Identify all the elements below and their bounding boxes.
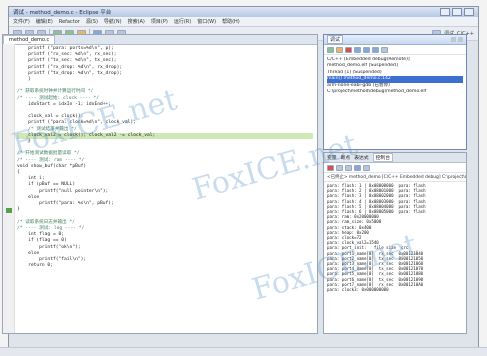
code-editor[interactable]: method_demo.c printf ("para: ports=%d\n"… bbox=[2, 34, 318, 334]
pin-console-icon[interactable] bbox=[363, 164, 370, 171]
terminate-icon[interactable] bbox=[327, 164, 334, 171]
editor-tab-bar: method_demo.c bbox=[3, 35, 317, 45]
menu-edit[interactable]: 编辑(E) bbox=[36, 18, 53, 25]
menu-navigate[interactable]: 导航(N) bbox=[104, 18, 122, 25]
tab-expressions[interactable]: 表达式 bbox=[354, 154, 368, 161]
tab-console[interactable]: 控制台 bbox=[372, 153, 394, 162]
menu-window[interactable]: 窗口(W) bbox=[197, 18, 216, 25]
debug-view-title-bar: 调试 bbox=[324, 35, 466, 45]
step-return-icon[interactable] bbox=[372, 46, 379, 53]
window-title: 调试 - method_demo.c - Eclipse 平台 bbox=[13, 10, 112, 16]
step-over-icon[interactable] bbox=[363, 46, 370, 53]
menu-search[interactable]: 搜索(A) bbox=[128, 18, 145, 25]
menu-run[interactable]: 运行(R) bbox=[174, 18, 191, 25]
terminate-icon[interactable] bbox=[345, 46, 352, 53]
tab-breakpoints[interactable]: 断点 bbox=[341, 154, 351, 161]
close-button[interactable] bbox=[464, 8, 474, 16]
editor-gutter bbox=[3, 44, 15, 333]
view-controls bbox=[451, 37, 463, 42]
debug-tree-item[interactable]: C:\project\method\debug\method_demo.elf bbox=[327, 89, 463, 95]
minimize-view-icon[interactable] bbox=[451, 37, 456, 42]
clear-console-icon[interactable] bbox=[345, 164, 352, 171]
scroll-lock-icon[interactable] bbox=[354, 164, 361, 171]
breakpoint-marker-icon[interactable] bbox=[6, 208, 12, 213]
title-bar: 调试 - method_demo.c - Eclipse 平台 bbox=[9, 7, 478, 17]
editor-tab-label: method_demo.c bbox=[9, 37, 50, 43]
console-tab-bar: 变量 断点 表达式 控制台 bbox=[324, 153, 466, 163]
debug-toolbar bbox=[324, 45, 466, 55]
minimize-button[interactable] bbox=[440, 8, 450, 16]
step-into-icon[interactable] bbox=[354, 46, 361, 53]
console-view: 变量 断点 表达式 控制台 <已终止> method_demo [C/C++ E… bbox=[323, 152, 467, 334]
window-controls bbox=[440, 8, 474, 16]
maximize-view-icon[interactable] bbox=[458, 37, 463, 42]
remove-launch-icon[interactable] bbox=[336, 164, 343, 171]
code-area[interactable]: printf ("para: ports=%d\n", p); printf (… bbox=[17, 46, 313, 269]
menu-help[interactable]: 帮助(H) bbox=[222, 18, 240, 25]
debug-view-title[interactable]: 调试 bbox=[327, 35, 344, 44]
suspend-icon[interactable] bbox=[336, 46, 343, 53]
console-process-info: <已终止> method_demo [C/C++ Embedded debug]… bbox=[324, 173, 466, 182]
drop-to-frame-icon[interactable] bbox=[381, 46, 388, 53]
debug-tree[interactable]: C/C++ [Embedded debug(Remote)] method_de… bbox=[324, 55, 466, 97]
maximize-button[interactable] bbox=[452, 8, 462, 16]
debug-view: 调试 C/C++ [Embedded debug(Remote)] method… bbox=[323, 34, 467, 150]
resume-icon[interactable] bbox=[327, 46, 334, 53]
console-output[interactable]: para: flash: 1 | 0x08000000 para: flash p… bbox=[324, 182, 466, 293]
status-bar bbox=[0, 347, 487, 356]
menu-refactor[interactable]: Refactor bbox=[59, 19, 80, 25]
tab-variables[interactable]: 变量 bbox=[327, 154, 337, 161]
console-toolbar bbox=[324, 163, 466, 173]
code-line: return 0; bbox=[17, 263, 53, 269]
menu-file[interactable]: 文件(F) bbox=[13, 18, 30, 25]
menu-source[interactable]: 源(S) bbox=[86, 18, 98, 25]
menu-bar: 文件(F) 编辑(E) Refactor 源(S) 导航(N) 搜索(A) 项目… bbox=[9, 17, 478, 27]
console-line: para: clock3: 0x000000000 bbox=[327, 287, 389, 293]
menu-project[interactable]: 项目(P) bbox=[151, 18, 168, 25]
editor-tab[interactable]: method_demo.c bbox=[3, 35, 56, 44]
